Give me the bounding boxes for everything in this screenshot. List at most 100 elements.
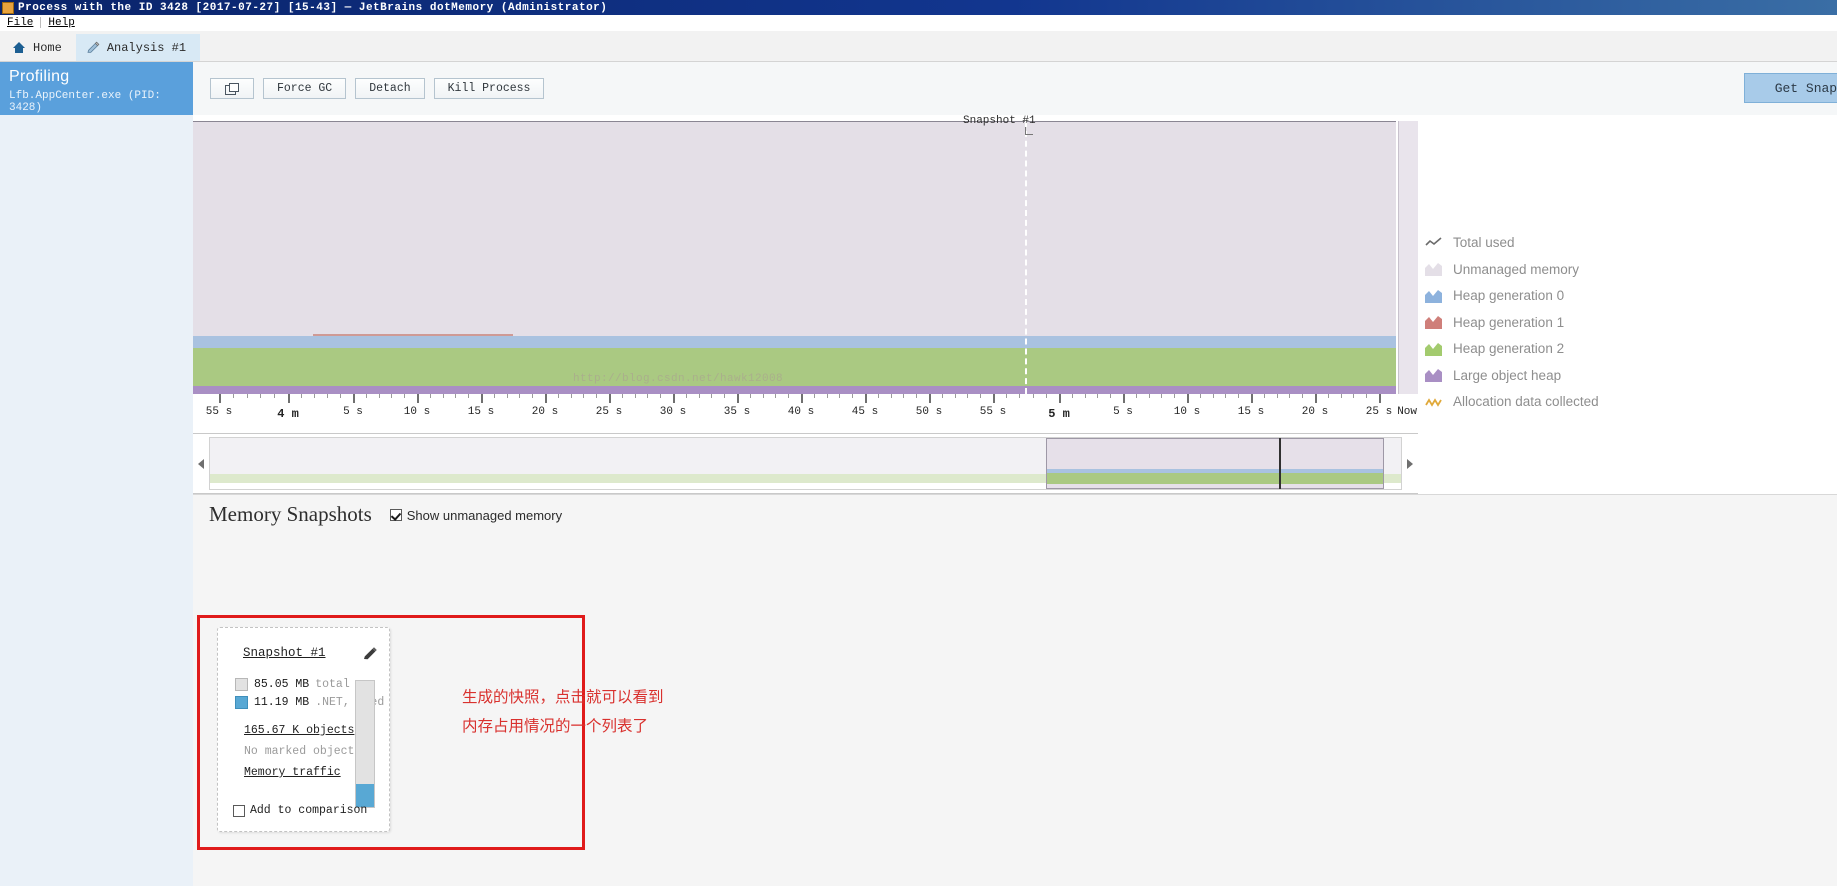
chevron-left-icon (198, 458, 204, 469)
axis-tick-minor (404, 394, 406, 398)
tab-analysis-1[interactable]: Analysis #1 (75, 34, 201, 61)
axis-label: 4 m (277, 407, 299, 421)
axis-tick-major (1379, 394, 1381, 403)
net-used-swatch-icon (235, 696, 248, 709)
total-swatch-icon (235, 678, 248, 691)
axis-tick-minor (1263, 394, 1265, 398)
legend-item-heap-generation-2[interactable]: Heap generation 2 (1425, 341, 1725, 356)
timeline-scrubber[interactable] (193, 433, 1418, 494)
axis-tick-minor (877, 394, 879, 398)
axis-tick-minor (813, 394, 815, 398)
get-snapshot-button[interactable]: Get Snapshot (1744, 73, 1837, 103)
axis-label: 50 s (915, 406, 943, 418)
axis-tick-minor (634, 394, 636, 398)
pencil-icon[interactable] (362, 646, 377, 660)
axis-tick-major (481, 394, 483, 403)
force-gc-button[interactable]: Force GC (263, 78, 347, 99)
pencil-icon (86, 41, 100, 55)
axis-label: 55 s (979, 406, 1007, 418)
axis-tick-minor (685, 394, 687, 398)
axis-tick-minor (1225, 394, 1227, 398)
chevron-right-icon (1407, 458, 1413, 469)
legend-item-total-used[interactable]: Total used (1425, 235, 1725, 250)
axis-label: 5 s (1113, 406, 1133, 418)
axis-tick-major (929, 394, 931, 403)
area-swatch-icon (1425, 289, 1442, 303)
snapshot-net-used-value: 11.19 MB (254, 696, 310, 709)
line-swatch-icon (1425, 236, 1442, 250)
axis-label: 15 s (1237, 406, 1265, 418)
left-rail (0, 115, 193, 886)
page-title: Profiling (9, 68, 70, 85)
axis-tick-minor (455, 394, 457, 398)
axis-tick-major (1251, 394, 1253, 403)
axis-tick-minor (916, 394, 918, 398)
kill-process-button[interactable]: Kill Process (433, 78, 545, 99)
axis-tick-minor (724, 394, 726, 398)
axis-tick-minor (327, 394, 328, 398)
show-unmanaged-memory-checkbox[interactable]: Show unmanaged memory (389, 507, 563, 523)
scrubber-handle[interactable] (1279, 438, 1281, 489)
axis-tick-major (1315, 394, 1317, 403)
legend-label-allocation-data-collected: Allocation data collected (1453, 394, 1599, 409)
axis-tick-minor (274, 394, 276, 398)
menu-item-file-label: File (7, 16, 34, 29)
axis-tick-major (219, 394, 221, 403)
axis-tick-major (288, 394, 290, 403)
axis-tick-major (1059, 394, 1061, 403)
legend-item-unmanaged-memory[interactable]: Unmanaged memory (1425, 262, 1725, 277)
axis-tick-minor (583, 394, 585, 398)
snapshot-marker-line (1025, 121, 1027, 394)
legend-item-large-object-heap[interactable]: Large object heap (1425, 368, 1725, 383)
axis-tick-minor (519, 394, 521, 398)
axis-tick-minor (890, 394, 892, 398)
axis-tick-minor (749, 394, 751, 398)
menu-item-file[interactable]: File (0, 17, 40, 29)
axis-tick-minor (1019, 394, 1021, 398)
axis-tick-major (1123, 394, 1125, 403)
legend-label-heap-generation-1: Heap generation 1 (1453, 314, 1565, 330)
scrubber-track[interactable] (209, 437, 1402, 490)
series-heap-generation-0 (193, 336, 1418, 348)
tab-home-label: Home (33, 40, 62, 55)
axis-tick-major (993, 394, 995, 403)
snapshot-card[interactable]: Snapshot #1 85.05 MB total 11.19 MB .NET… (217, 627, 390, 832)
axis-tick-minor (621, 394, 623, 398)
scrubber-selection[interactable] (1046, 438, 1384, 489)
axis-label: 55 s (205, 406, 233, 418)
menu-item-help-label: Help (48, 16, 75, 29)
axis-tick-minor (532, 394, 534, 398)
series-unmanaged-memory (193, 121, 1418, 336)
get-snapshot-icon-button[interactable] (210, 78, 254, 99)
axis-tick-minor (1340, 394, 1342, 398)
area-swatch-icon (1425, 262, 1442, 276)
axis-label: 10 s (1173, 406, 1201, 418)
axis-tick-minor (1161, 394, 1163, 398)
axis-label: 25 s (1365, 406, 1393, 418)
legend-item-heap-generation-1[interactable]: Heap generation 1 (1425, 315, 1725, 330)
snapshot-total-value: 85.05 MB (254, 678, 310, 691)
legend-item-allocation-data-collected[interactable]: Allocation data collected (1425, 394, 1725, 409)
scrubber-right-arrow[interactable] (1402, 434, 1418, 493)
axis-tick-major (545, 394, 547, 403)
snapshot-name-link[interactable]: Snapshot #1 (243, 646, 326, 660)
axis-label: 30 s (659, 406, 687, 418)
memory-timeline-chart[interactable]: http://blog.csdn.net/hawk12008 http://bl… (193, 115, 1418, 394)
profiling-panel: Profiling Lfb.AppCenter.exe (PID: 3428) (0, 62, 193, 115)
legend-item-heap-generation-0[interactable]: Heap generation 0 (1425, 288, 1725, 303)
add-to-comparison-checkbox[interactable]: Add to comparison (233, 804, 367, 817)
show-unmanaged-memory-label: Show unmanaged memory (406, 507, 563, 523)
detach-button[interactable]: Detach (355, 78, 425, 99)
axis-tick-minor (1148, 394, 1150, 398)
tab-home[interactable]: Home (2, 34, 76, 61)
axis-tick-major (801, 394, 803, 403)
scrubber-left-arrow[interactable] (193, 434, 209, 493)
axis-tick-minor (246, 394, 248, 398)
axis-tick-minor (378, 394, 380, 398)
axis-tick-minor (596, 394, 598, 398)
tab-strip: Home Analysis #1 (0, 31, 1837, 62)
axis-tick-minor (1097, 394, 1099, 398)
menu-item-help[interactable]: Help (41, 17, 81, 29)
axis-tick-minor (493, 394, 495, 398)
legend-label-total-used: Total used (1453, 235, 1515, 250)
